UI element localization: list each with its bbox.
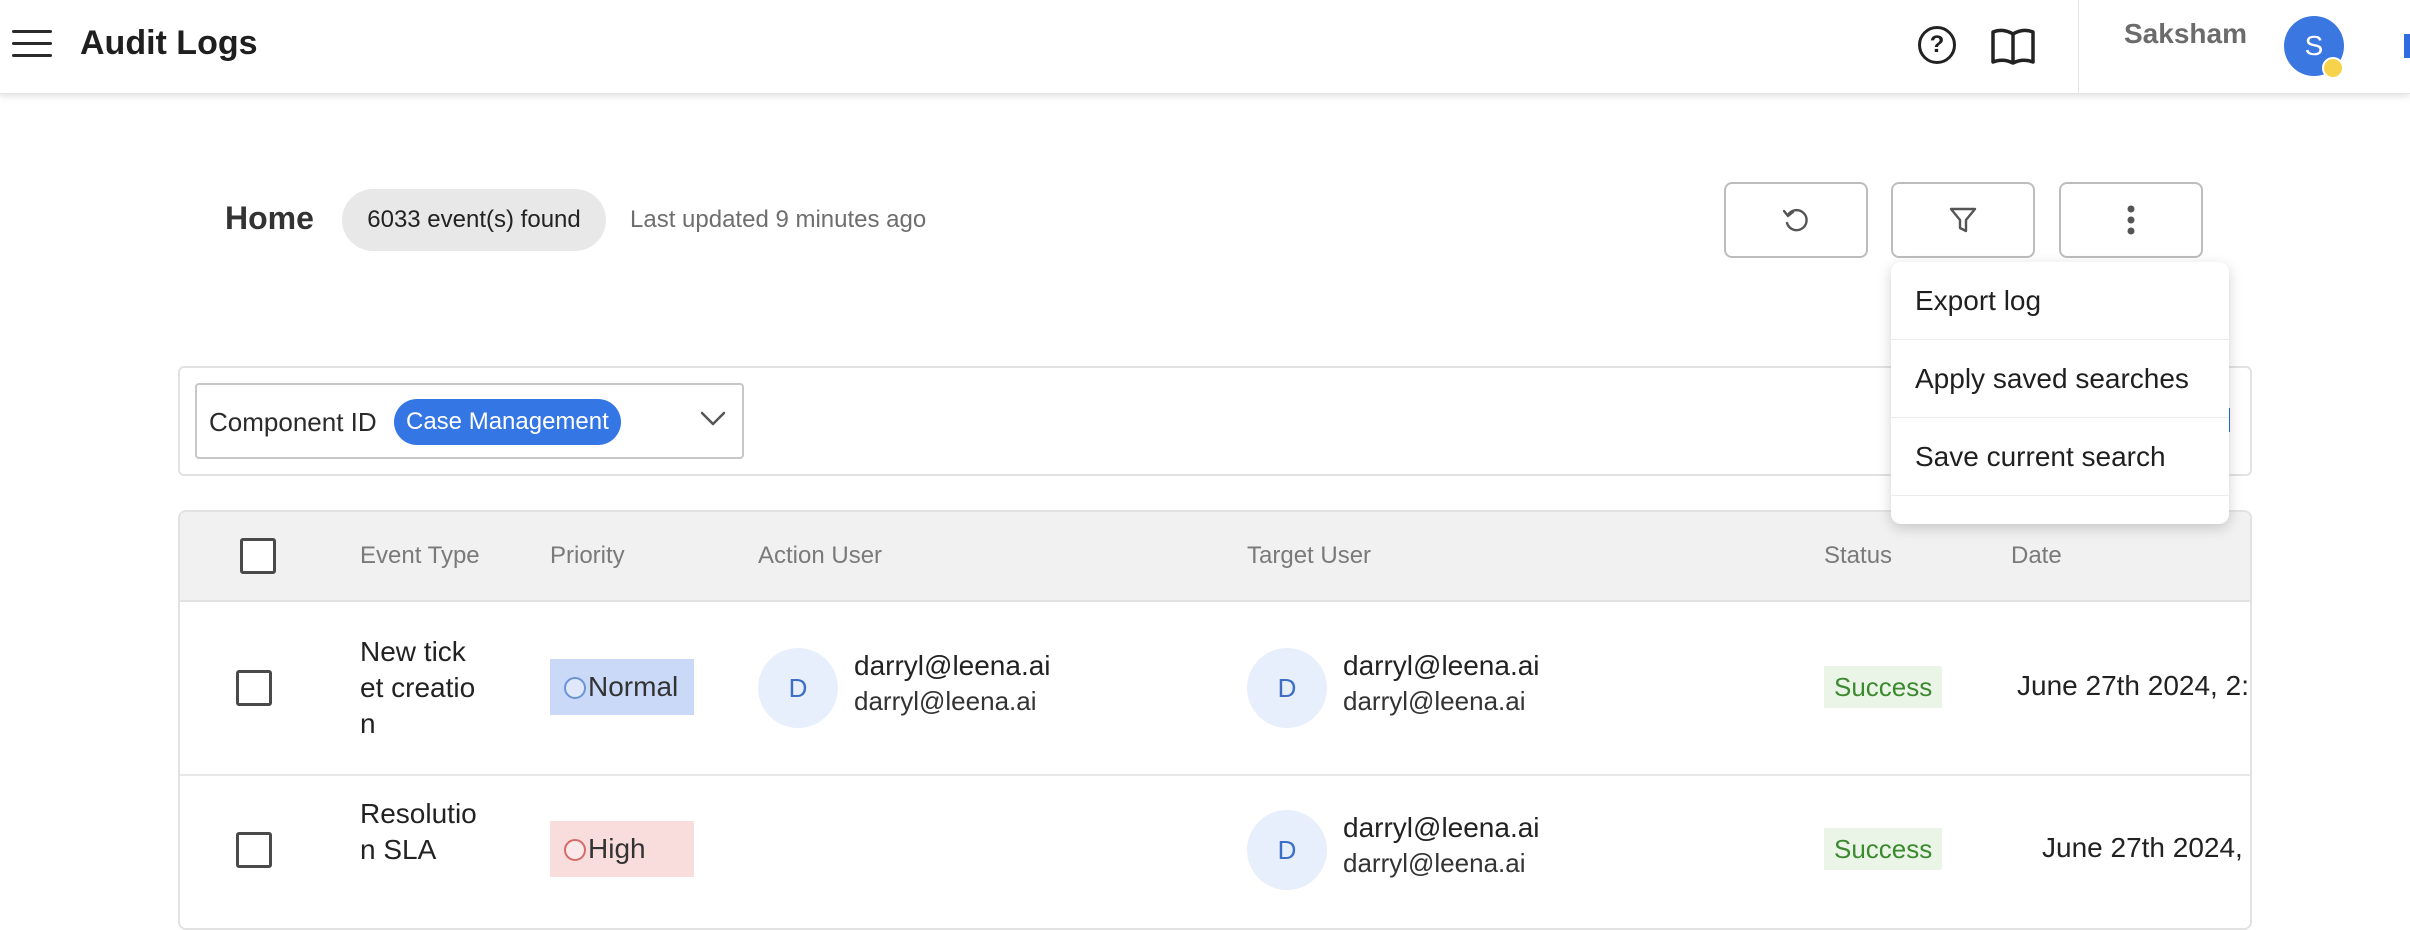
hamburger-icon[interactable]: [12, 30, 52, 62]
component-id-select[interactable]: Component ID Case Management: [195, 383, 744, 459]
header-divider: [2078, 0, 2079, 94]
date-cell: June 27th 2024,: [2042, 832, 2243, 863]
menu-item-save-current-search[interactable]: Save current search: [1891, 418, 2229, 496]
edge-accent: [2404, 34, 2410, 58]
status-badge: Success: [1824, 828, 1943, 870]
column-event-type[interactable]: Event Type: [360, 542, 480, 570]
priority-dot-icon: [564, 839, 586, 861]
status-dot: [2322, 57, 2344, 79]
last-updated-text: Last updated 9 minutes ago: [630, 206, 927, 233]
target-user-sub: darryl@leena.ai: [1343, 848, 1526, 878]
action-user-sub: darryl@leena.ai: [854, 686, 1037, 716]
refresh-icon: [1782, 208, 1808, 232]
top-bar: Audit Logs ? Saksham S: [0, 0, 2410, 94]
column-status[interactable]: Status: [1824, 542, 1892, 570]
target-user-avatar: D: [1247, 648, 1327, 728]
app-title: Audit Logs: [80, 24, 258, 62]
event-type-cell: Resolution SLA: [360, 798, 477, 865]
column-action-user[interactable]: Action User: [758, 542, 882, 570]
menu-item-export-log[interactable]: Export log: [1891, 262, 2229, 340]
status-badge: Success: [1824, 666, 1943, 708]
priority-badge: High: [550, 821, 694, 877]
more-options-button[interactable]: [2059, 182, 2203, 258]
priority-label: Normal: [588, 671, 679, 702]
column-date[interactable]: Date: [2011, 542, 2062, 570]
breadcrumb-home[interactable]: Home: [225, 200, 314, 237]
refresh-button[interactable]: [1724, 182, 1868, 258]
target-user-email: darryl@leena.ai: [1343, 650, 1540, 681]
target-user-email: darryl@leena.ai: [1343, 812, 1540, 843]
filter-icon: [1949, 207, 1977, 233]
menu-item-apply-saved-searches[interactable]: Apply saved searches: [1891, 340, 2229, 418]
component-chip[interactable]: Case Management: [394, 399, 621, 445]
priority-dot-icon: [564, 677, 586, 699]
action-user-avatar: D: [758, 648, 838, 728]
table-row[interactable]: New ticket creation Normal D darryl@leen…: [180, 602, 2250, 776]
row-checkbox[interactable]: [236, 832, 272, 868]
more-vertical-icon: [2127, 205, 2135, 235]
audit-log-table: Event Type Priority Action User Target U…: [178, 510, 2252, 930]
column-priority[interactable]: Priority: [550, 542, 625, 570]
user-name: Saksham: [2124, 18, 2247, 49]
row-checkbox[interactable]: [236, 670, 272, 706]
event-count-badge: 6033 event(s) found: [342, 189, 606, 251]
component-id-label: Component ID: [209, 407, 377, 437]
column-target-user[interactable]: Target User: [1247, 542, 1371, 570]
target-user-sub: darryl@leena.ai: [1343, 686, 1526, 716]
table-header: Event Type Priority Action User Target U…: [180, 512, 2250, 602]
book-icon[interactable]: [1990, 26, 2036, 66]
select-all-checkbox[interactable]: [240, 538, 276, 574]
date-cell: June 27th 2024, 2:5: [2017, 670, 2252, 701]
filter-button[interactable]: [1891, 182, 2035, 258]
chevron-down-icon: [700, 411, 726, 426]
more-options-menu: Export log Apply saved searches Save cur…: [1891, 262, 2229, 524]
action-user-email: darryl@leena.ai: [854, 650, 1051, 681]
priority-label: High: [588, 833, 646, 864]
target-user-avatar: D: [1247, 810, 1327, 890]
priority-badge: Normal: [550, 659, 694, 715]
event-type-cell: New ticket creation: [360, 636, 476, 739]
help-icon[interactable]: ?: [1918, 26, 1956, 64]
table-row[interactable]: Resolution SLA High D darryl@leena.ai da…: [180, 776, 2250, 928]
